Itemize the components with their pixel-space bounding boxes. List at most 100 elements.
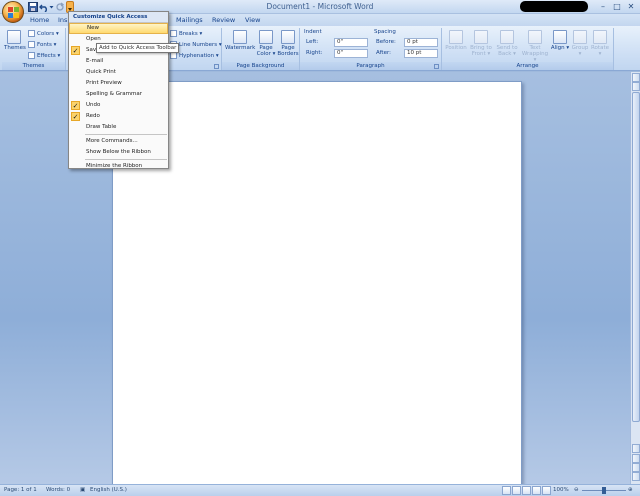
indent-left-label: Left: — [306, 39, 319, 45]
send-to-back-label: Send to Back ▾ — [496, 45, 518, 57]
vertical-scrollbar[interactable] — [630, 72, 640, 484]
zoom-level[interactable]: 100% — [553, 487, 569, 493]
select-browse-object-button[interactable] — [632, 463, 640, 472]
qat-menu-item-more-commands[interactable]: More Commands... — [69, 136, 168, 147]
scroll-up-button[interactable] — [632, 73, 640, 82]
spacing-before-label: Before: — [376, 39, 396, 45]
send-to-back-button[interactable]: Send to Back ▾ — [494, 30, 520, 57]
arrange-group-label: Arrange — [442, 62, 613, 70]
themes-group: Themes Colors ▾ Fonts ▾ Effects ▾ Themes — [2, 28, 66, 70]
qat-menu-item-label: Spelling & Grammar — [86, 91, 142, 97]
qat-menu-item-new[interactable]: New — [69, 23, 168, 34]
qat-menu-item-quick-print[interactable]: Quick Print — [69, 67, 168, 78]
qat-menu-header: Customize Quick Access Toolbar — [69, 12, 168, 31]
next-page-button[interactable] — [632, 472, 640, 481]
minimize-button[interactable]: – — [596, 1, 610, 12]
qat-menu-item-draw-table[interactable]: Draw Table — [69, 122, 168, 133]
qat-menu-item-undo[interactable]: ✓ Undo — [69, 100, 168, 111]
page-borders-label: Page Borders — [277, 45, 299, 57]
tab-home[interactable]: Home — [30, 16, 49, 24]
spell-check-icon[interactable]: ▣ — [80, 487, 85, 493]
rotate-icon — [593, 30, 607, 44]
page-setup-launcher-icon[interactable] — [214, 64, 219, 69]
qat-menu-item-spelling[interactable]: Spelling & Grammar — [69, 89, 168, 100]
text-wrapping-label: Text Wrapping ▾ — [521, 45, 549, 63]
maximize-button[interactable]: □ — [610, 1, 624, 12]
status-page[interactable]: Page: 1 of 1 — [4, 487, 37, 493]
spacing-before-input[interactable]: 0 pt — [404, 38, 438, 47]
spacing-after-label: After: — [376, 50, 391, 56]
themes-button[interactable]: Themes — [4, 30, 26, 51]
ruler-toggle-button[interactable] — [632, 82, 640, 91]
zoom-slider-thumb[interactable] — [602, 487, 606, 494]
hyphenation-button[interactable]: Hyphenation ▾ — [170, 52, 219, 59]
theme-colors-label: Colors ▾ — [37, 31, 59, 37]
scroll-thumb[interactable] — [632, 92, 640, 422]
draft-view-button[interactable] — [542, 486, 551, 495]
redacted-area — [520, 1, 588, 12]
indent-right-input[interactable]: 0" — [334, 49, 368, 58]
align-label: Align ▾ — [550, 45, 570, 51]
web-layout-view-button[interactable] — [522, 486, 531, 495]
tab-view[interactable]: View — [245, 16, 260, 24]
qat-menu-item-show-below-ribbon[interactable]: Show Below the Ribbon — [69, 147, 168, 158]
zoom-in-icon[interactable]: ⊕ — [628, 487, 633, 493]
indent-label: Indent — [304, 29, 322, 35]
theme-fonts-label: Fonts ▾ — [37, 42, 57, 48]
scroll-down-button[interactable] — [632, 444, 640, 453]
rotate-label: Rotate ▾ — [590, 45, 609, 57]
paragraph-launcher-icon[interactable] — [434, 64, 439, 69]
office-button[interactable] — [2, 1, 24, 23]
themes-button-label: Themes — [4, 45, 26, 51]
qat-menu-item-label: Print Preview — [86, 80, 122, 86]
theme-effects-button[interactable]: Effects ▾ — [28, 52, 60, 59]
page-borders-icon — [281, 30, 295, 44]
print-layout-view-button[interactable] — [502, 486, 511, 495]
checkmark-icon: ✓ — [71, 112, 80, 121]
text-wrapping-button[interactable]: Text Wrapping ▾ — [520, 30, 550, 63]
tab-mailings[interactable]: Mailings — [176, 16, 203, 24]
qat-menu-item-label: Open — [86, 36, 101, 42]
rotate-button[interactable]: Rotate ▾ — [590, 30, 610, 57]
qat-menu-item-email[interactable]: E-mail — [69, 56, 168, 67]
position-icon — [449, 30, 463, 44]
theme-fonts-button[interactable]: Fonts ▾ — [28, 41, 56, 48]
qat-menu-item-minimize-ribbon[interactable]: Minimize the Ribbon — [69, 161, 168, 172]
line-numbers-label: Line Numbers ▾ — [179, 42, 222, 48]
text-wrapping-icon — [528, 30, 542, 44]
close-button[interactable]: ✕ — [624, 1, 638, 12]
status-language[interactable]: English (U.S.) — [90, 487, 127, 493]
qat-menu-item-redo[interactable]: ✓ Redo — [69, 111, 168, 122]
theme-effects-label: Effects ▾ — [37, 53, 61, 59]
tab-review[interactable]: Review — [212, 16, 235, 24]
indent-right-label: Right: — [306, 50, 323, 56]
group-button[interactable]: Group ▾ — [570, 30, 590, 57]
qat-menu-item-print-preview[interactable]: Print Preview — [69, 78, 168, 89]
page-color-button[interactable]: Page Color ▾ — [255, 30, 277, 57]
position-button[interactable]: Position — [444, 30, 468, 51]
spacing-after-input[interactable]: 10 pt — [404, 49, 438, 58]
watermark-button[interactable]: Watermark — [225, 30, 255, 51]
full-screen-reading-view-button[interactable] — [512, 486, 521, 495]
breaks-label: Breaks ▾ — [179, 31, 203, 37]
indent-left-input[interactable]: 0" — [334, 38, 368, 47]
paragraph-group: Indent Left: 0" Right: 0" Spacing Before… — [300, 28, 442, 70]
align-icon — [553, 30, 567, 44]
outline-view-button[interactable] — [532, 486, 541, 495]
bring-to-front-button[interactable]: Bring to Front ▾ — [468, 30, 494, 57]
menu-separator — [85, 159, 167, 160]
zoom-out-icon[interactable]: ⊖ — [574, 487, 579, 493]
previous-page-button[interactable] — [632, 454, 640, 463]
tab-insert[interactable]: Ins — [58, 16, 67, 24]
add-to-qat-tooltip: Add to Quick Access Toolbar — [96, 43, 180, 53]
theme-colors-button[interactable]: Colors ▾ — [28, 30, 59, 37]
position-label: Position — [445, 45, 467, 51]
status-words[interactable]: Words: 0 — [46, 487, 70, 493]
document-page[interactable] — [112, 81, 522, 496]
colors-icon — [28, 30, 35, 37]
breaks-button[interactable]: Breaks ▾ — [170, 30, 202, 37]
themes-group-label: Themes — [2, 62, 65, 70]
qat-menu-item-label: Undo — [86, 102, 101, 108]
align-button[interactable]: Align ▾ — [550, 30, 570, 51]
page-borders-button[interactable]: Page Borders — [277, 30, 299, 57]
